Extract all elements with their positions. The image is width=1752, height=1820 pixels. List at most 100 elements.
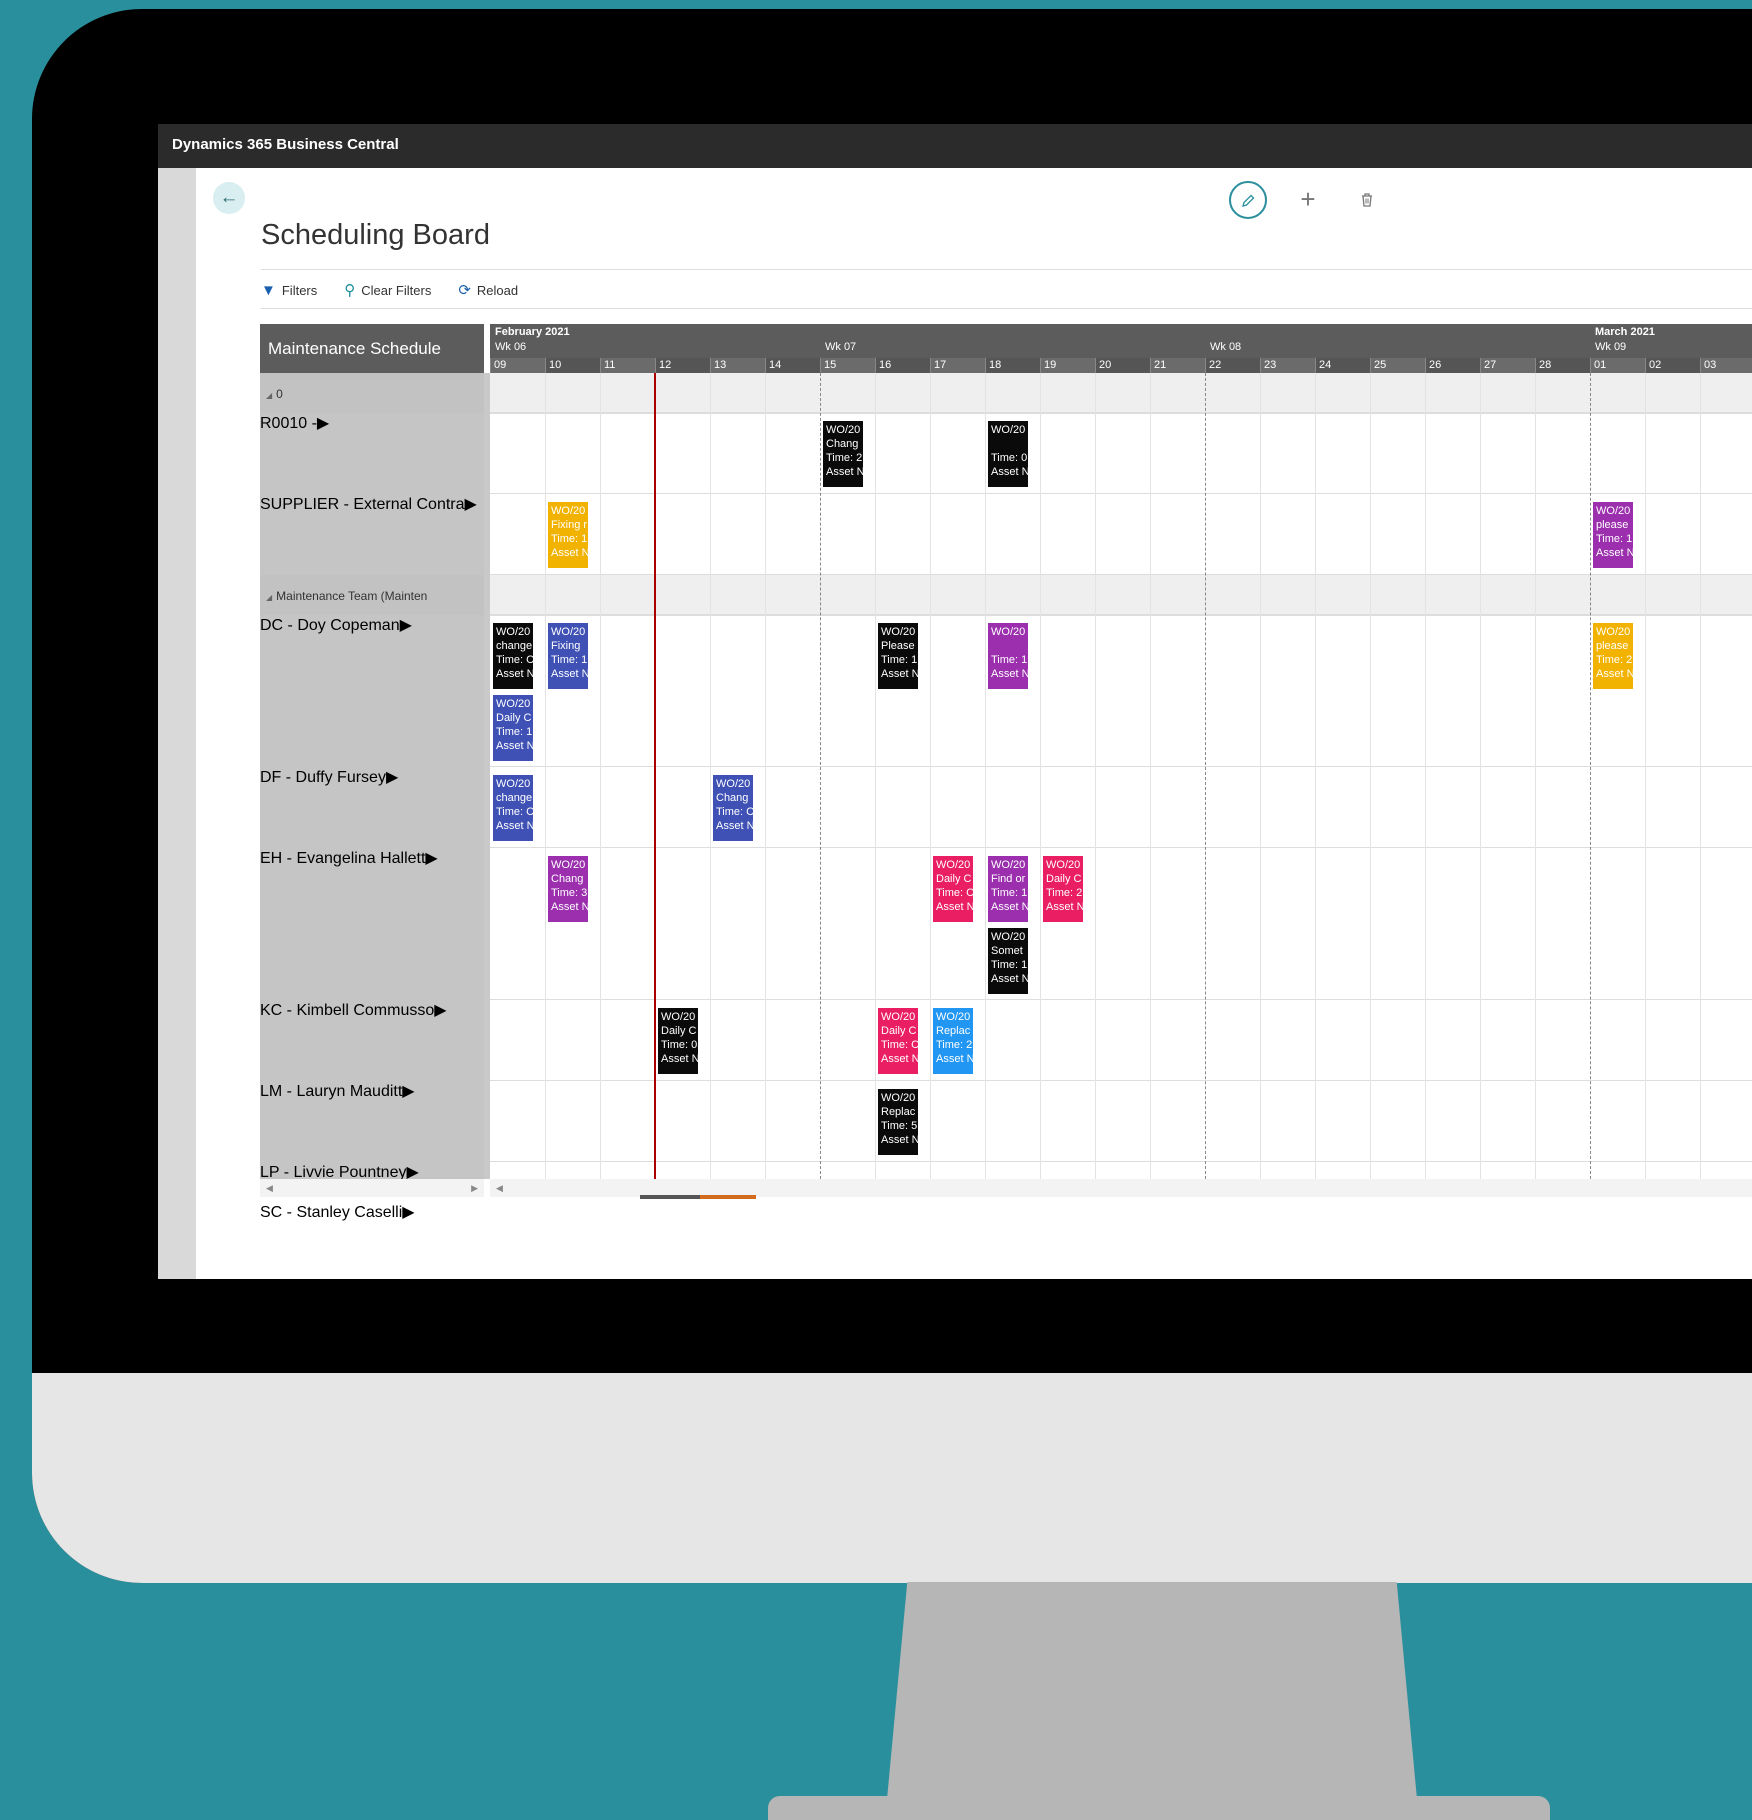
work-order-line: WO/20 xyxy=(661,1011,696,1023)
timeline-scrollbar[interactable]: ◀ xyxy=(490,1179,1752,1199)
back-button[interactable]: ← xyxy=(213,182,245,214)
work-order-line: WO/20 xyxy=(551,859,586,871)
scroll-left-icon[interactable]: ◀ xyxy=(266,1183,273,1194)
day-header[interactable]: 19 xyxy=(1040,358,1095,373)
work-order-card[interactable]: WO/20 Replac Time: 5 Asset N xyxy=(878,1089,918,1155)
collapse-icon[interactable]: ◢ xyxy=(266,391,272,400)
day-header[interactable]: 01 xyxy=(1590,358,1645,373)
day-header[interactable]: 27 xyxy=(1480,358,1535,373)
day-divider xyxy=(1645,373,1646,1179)
work-order-card[interactable]: WO/20 Daily C Time: 0 Asset N xyxy=(658,1008,698,1074)
scrollbar-thumb[interactable] xyxy=(640,1195,700,1199)
month-label: March 2021 xyxy=(1595,326,1655,338)
day-header[interactable]: 16 xyxy=(875,358,930,373)
work-order-line: Time: C xyxy=(716,806,753,818)
work-order-line: Time: 1 xyxy=(881,654,918,666)
day-header[interactable]: 25 xyxy=(1370,358,1425,373)
scrollbar-thumb-highlight[interactable] xyxy=(700,1195,756,1199)
resource-row[interactable]: SUPPLIER - External Contra▶ xyxy=(260,494,484,575)
day-header[interactable]: 02 xyxy=(1645,358,1700,373)
day-divider xyxy=(1425,373,1426,1179)
work-order-card[interactable]: WO/20 Time: 1 Asset N xyxy=(988,623,1028,689)
work-order-card[interactable]: WO/20 change Time: C Asset N xyxy=(493,775,533,841)
work-order-card[interactable]: WO/20 please Time: 2 Asset N xyxy=(1593,623,1633,689)
work-order-card[interactable]: WO/20 Chang Time: 3 Asset N xyxy=(548,856,588,922)
resource-row[interactable]: R0010 -▶ xyxy=(260,413,484,494)
resource-scrollbar[interactable]: ◀ ▶ xyxy=(260,1179,484,1197)
day-header[interactable]: 13 xyxy=(710,358,765,373)
work-order-line: Replac xyxy=(881,1106,916,1118)
resource-group[interactable]: ◢ 0 xyxy=(260,373,484,413)
expand-arrow-icon[interactable]: ▶ xyxy=(400,617,412,634)
grid-group-band xyxy=(490,575,1752,616)
resource-row[interactable]: DC - Doy Copeman▶ xyxy=(260,615,484,767)
expand-arrow-icon[interactable]: ▶ xyxy=(465,496,477,513)
work-order-card[interactable]: WO/20 change Time: C Asset N xyxy=(493,623,533,689)
day-header[interactable]: 14 xyxy=(765,358,820,373)
work-order-card[interactable]: WO/20 Daily C Time: C Asset N xyxy=(933,856,973,922)
edit-button[interactable] xyxy=(1229,181,1267,219)
monitor-chin xyxy=(32,1373,1752,1583)
work-order-card[interactable]: WO/20 Chang Time: 2 Asset N xyxy=(823,421,863,487)
day-divider xyxy=(710,373,711,1179)
resource-row[interactable]: SC - Stanley Caselli▶ xyxy=(260,1202,484,1242)
resource-row[interactable]: DF - Duffy Fursey▶ xyxy=(260,767,484,848)
collapse-icon[interactable]: ◢ xyxy=(266,593,272,602)
day-header[interactable]: 17 xyxy=(930,358,985,373)
expand-arrow-icon[interactable]: ▶ xyxy=(317,415,329,432)
work-order-card[interactable]: WO/20 Fixing Time: 1 Asset N xyxy=(548,623,588,689)
work-order-card[interactable]: WO/20 Daily C Time: 2 Asset N xyxy=(1043,856,1083,922)
work-order-line: Asset N xyxy=(991,466,1028,478)
resource-row[interactable]: LM - Lauryn Mauditt▶ xyxy=(260,1081,484,1162)
work-order-line: Asset N xyxy=(1046,901,1083,913)
day-header[interactable]: 23 xyxy=(1260,358,1315,373)
work-order-line: Asset N xyxy=(496,820,533,832)
work-order-card[interactable]: WO/20 Find or Time: 1 Asset N xyxy=(988,856,1028,922)
week-label: Wk 06 xyxy=(495,341,527,353)
work-order-card[interactable]: WO/20 Replac Time: 2 Asset N xyxy=(933,1008,973,1074)
week-label: Wk 07 xyxy=(825,341,857,353)
day-header[interactable]: 24 xyxy=(1315,358,1370,373)
day-divider xyxy=(765,373,766,1179)
day-header[interactable]: 26 xyxy=(1425,358,1480,373)
work-order-card[interactable]: WO/20 Fixing r Time: 1 Asset N xyxy=(548,502,588,568)
expand-arrow-icon[interactable]: ▶ xyxy=(386,769,398,786)
clear-filters-action[interactable]: ⚲ Clear Filters xyxy=(344,281,431,299)
expand-arrow-icon[interactable]: ▶ xyxy=(434,1002,446,1019)
day-header[interactable]: 03 xyxy=(1700,358,1752,373)
scroll-right-icon[interactable]: ▶ xyxy=(471,1183,478,1194)
scroll-left-icon[interactable]: ◀ xyxy=(496,1183,503,1194)
day-header[interactable]: 12 xyxy=(655,358,710,373)
resource-row[interactable]: EH - Evangelina Hallett▶ xyxy=(260,848,484,1000)
divider xyxy=(261,308,1752,309)
work-order-card[interactable]: WO/20 Somet Time: 1 Asset N xyxy=(988,928,1028,994)
day-header[interactable]: 18 xyxy=(985,358,1040,373)
expand-arrow-icon[interactable]: ▶ xyxy=(402,1204,414,1221)
day-header[interactable]: 10 xyxy=(545,358,600,373)
grid-row-divider xyxy=(490,847,1752,848)
work-order-line: Asset N xyxy=(551,668,588,680)
day-header[interactable]: 28 xyxy=(1535,358,1590,373)
day-header[interactable]: 09 xyxy=(490,358,545,373)
filters-action[interactable]: ▼ Filters xyxy=(261,281,317,299)
resource-row[interactable]: KC - Kimbell Commusso▶ xyxy=(260,1000,484,1081)
expand-arrow-icon[interactable]: ▶ xyxy=(425,850,437,867)
work-order-card[interactable]: WO/20 please Time: 1 Asset N xyxy=(1593,502,1633,568)
work-order-card[interactable]: WO/20 Chang Time: C Asset N xyxy=(713,775,753,841)
day-header[interactable]: 11 xyxy=(600,358,655,373)
day-header[interactable]: 22 xyxy=(1205,358,1260,373)
day-header[interactable]: 21 xyxy=(1150,358,1205,373)
work-order-line: Chang xyxy=(716,792,749,804)
schedule-grid[interactable]: WO/20 Chang Time: 2 Asset N WO/20 Time: 0 Ass… xyxy=(490,373,1752,1179)
delete-button[interactable] xyxy=(1349,181,1385,217)
work-order-card[interactable]: WO/20 Daily C Time: 1 Asset N xyxy=(493,695,533,761)
day-header[interactable]: 20 xyxy=(1095,358,1150,373)
work-order-card[interactable]: WO/20 Daily C Time: C Asset N xyxy=(878,1008,918,1074)
reload-action[interactable]: ⟳ Reload xyxy=(458,281,518,299)
work-order-card[interactable]: WO/20 Please Time: 1 Asset N xyxy=(878,623,918,689)
day-header[interactable]: 15 xyxy=(820,358,875,373)
work-order-card[interactable]: WO/20 Time: 0 Asset N xyxy=(988,421,1028,487)
expand-arrow-icon[interactable]: ▶ xyxy=(402,1083,414,1100)
resource-group[interactable]: ◢ Maintenance Team (Mainten xyxy=(260,575,484,615)
add-button[interactable]: + xyxy=(1290,181,1326,217)
